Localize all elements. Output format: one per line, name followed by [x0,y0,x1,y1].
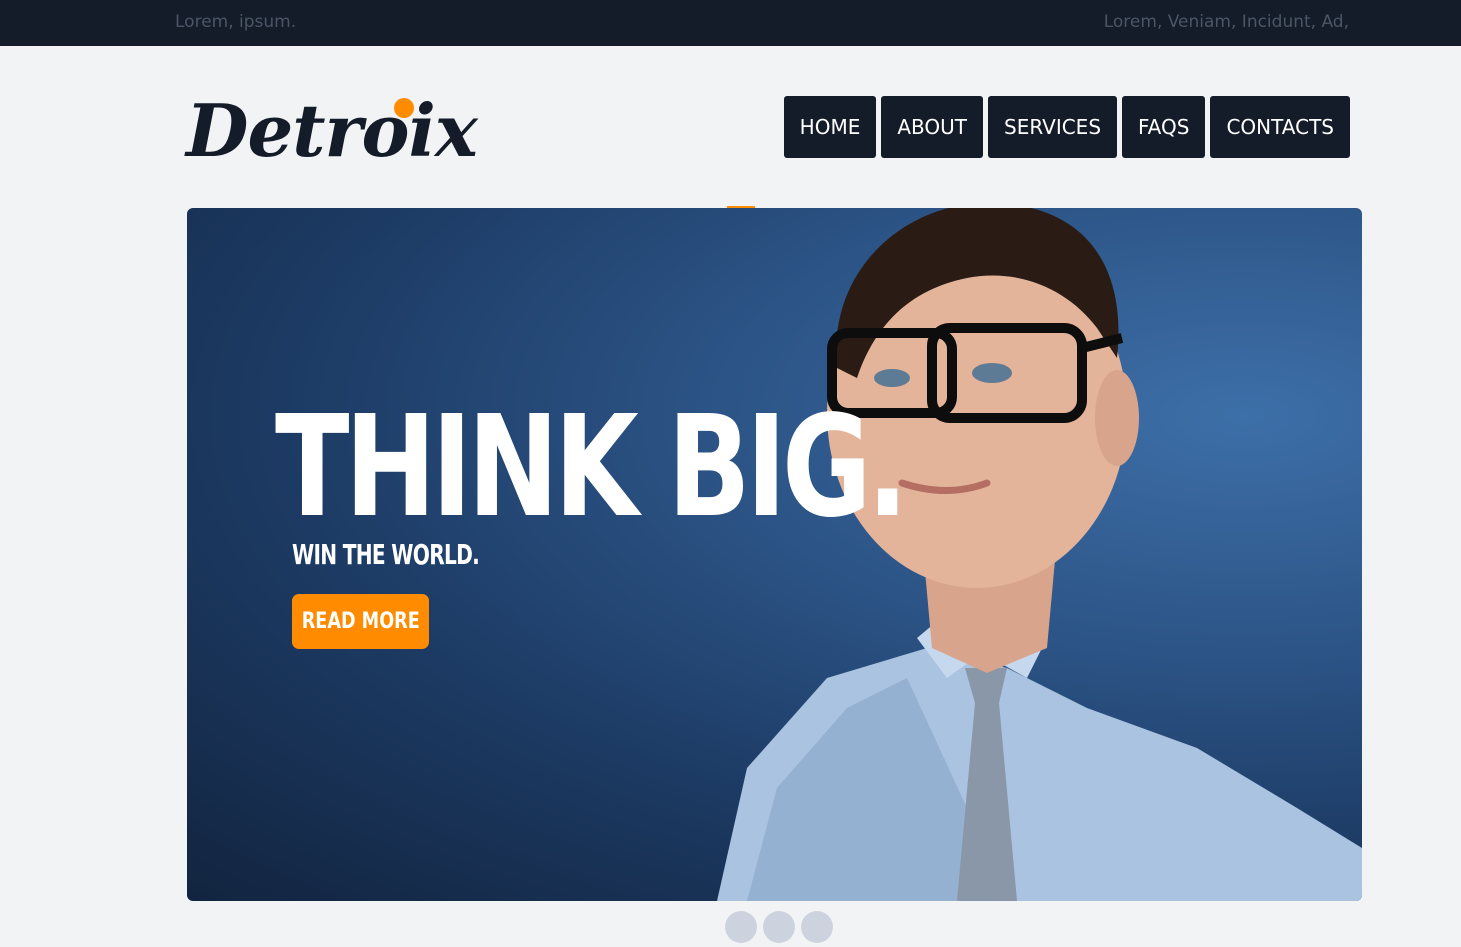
slider-dot-3[interactable] [801,911,833,943]
hero-subtitle: WIN THE WORLD. [292,538,480,571]
nav-about-button[interactable]: ABOUT [881,96,983,158]
nav-contacts-button[interactable]: CONTACTS [1210,96,1350,158]
nav-home-button[interactable]: HOME [783,96,877,158]
logo-text: Detroix [186,88,478,173]
slider-dot-2[interactable] [763,911,795,943]
nav-services-button[interactable]: SERVICES [988,96,1118,158]
top-bar: Lorem, ipsum. Lorem, Veniam, Incidunt, A… [0,0,1461,46]
hero-slider: THINK BIG. WIN THE WORLD. READ MORE [187,208,1362,901]
logo-dot [394,98,414,118]
read-more-label: READ MORE [301,609,420,634]
site-logo[interactable]: Detroix [186,86,478,176]
slider-pagination [725,911,833,943]
topbar-left-text: Lorem, ipsum. [175,12,297,32]
nav-faqs-button[interactable]: FAQS [1122,96,1206,158]
slider-dot-1[interactable] [725,911,757,943]
main-navigation: HOME ABOUT SERVICES FAQS CONTACTS [783,96,1350,158]
hero-title: THINK BIG. [275,386,908,549]
topbar-right-text: Lorem, Veniam, Incidunt, Ad, [1103,12,1349,32]
read-more-button[interactable]: READ MORE [292,594,429,649]
